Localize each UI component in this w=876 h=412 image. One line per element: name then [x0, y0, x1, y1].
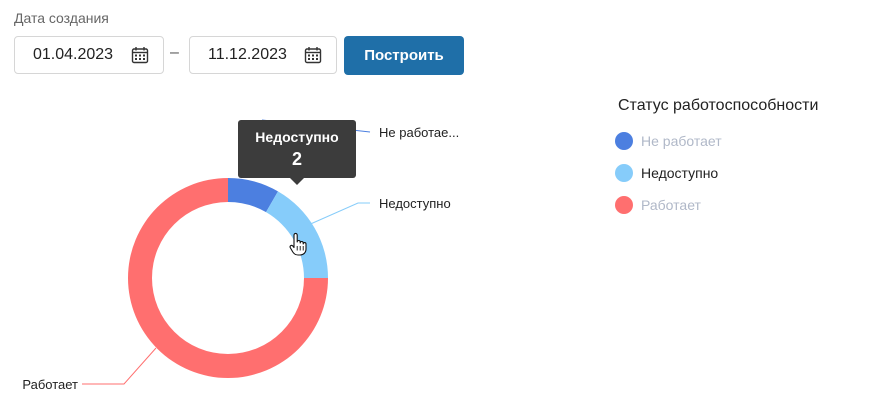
leader-line: [305, 202, 370, 227]
tooltip-title: Недоступно: [255, 129, 339, 145]
donut-chart: Не работае... Недоступно Работает: [22, 119, 459, 392]
legend-marker: [615, 164, 633, 182]
slice-label: Недоступно: [379, 196, 451, 211]
legend-marker: [615, 196, 633, 214]
legend-label: Работает: [641, 197, 701, 213]
chart-tooltip: Недоступно 2: [238, 120, 356, 185]
legend-item-unavailable[interactable]: Недоступно: [615, 163, 718, 183]
slice-label: Не работае...: [379, 125, 459, 140]
legend-item-not-working[interactable]: Не работает: [615, 131, 722, 151]
legend-marker: [615, 132, 633, 150]
legend-label: Недоступно: [641, 165, 719, 181]
tooltip-value: 2: [291, 149, 302, 169]
hand-cursor-icon: [289, 232, 307, 256]
legend-title: Статус работоспособности: [618, 97, 819, 114]
tooltip-arrow: [290, 178, 304, 185]
legend-label: Не работает: [641, 133, 722, 149]
slice-label: Работает: [22, 377, 78, 392]
leader-line: [82, 347, 157, 385]
legend-item-working[interactable]: Работает: [615, 195, 701, 215]
